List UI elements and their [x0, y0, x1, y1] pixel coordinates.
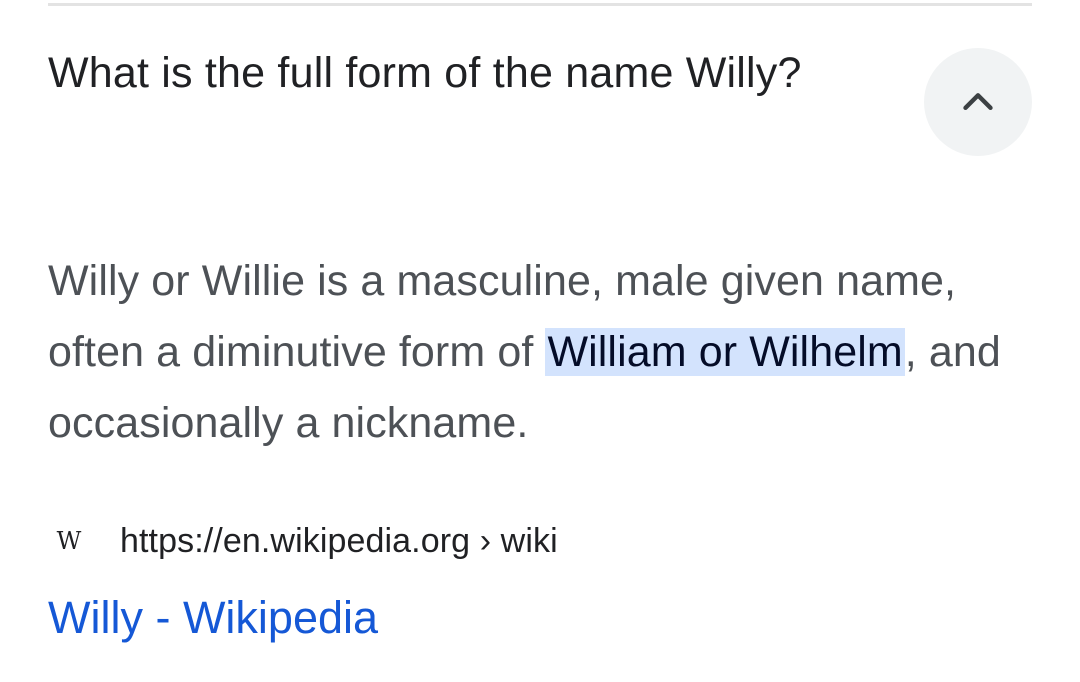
- answer-text: Willy or Willie is a masculine, male giv…: [48, 246, 1008, 459]
- result-title-link[interactable]: Willy - Wikipedia: [48, 588, 378, 648]
- source-line[interactable]: W https://en.wikipedia.org › wiki: [48, 518, 558, 564]
- answer-highlight: William or Wilhelm: [545, 328, 905, 376]
- collapse-button[interactable]: [924, 48, 1032, 156]
- source-url[interactable]: https://en.wikipedia.org › wiki: [120, 522, 558, 561]
- top-divider: [48, 3, 1032, 6]
- wikipedia-favicon-icon: W: [56, 527, 82, 555]
- question-heading[interactable]: What is the full form of the name Willy?: [48, 44, 888, 102]
- featured-snippet: What is the full form of the name Willy?…: [0, 0, 1080, 682]
- chevron-up-icon: [963, 93, 993, 111]
